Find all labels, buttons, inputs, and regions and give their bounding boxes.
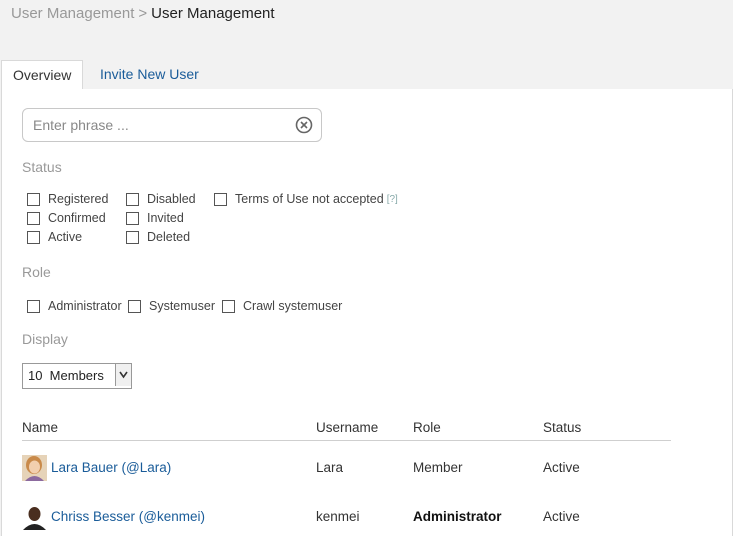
table-header: Name Username Role Status <box>22 418 671 441</box>
terms-help-link[interactable]: [?] <box>387 194 398 205</box>
breadcrumb-current: User Management <box>151 5 275 22</box>
user-name-link[interactable]: Lara Bauer (@Lara) <box>51 460 171 475</box>
display-section-label: Display <box>22 331 68 347</box>
status-section-label: Status <box>22 159 62 175</box>
role-systemuser-checkbox[interactable]: Systemuser <box>128 299 215 313</box>
clear-search-icon[interactable] <box>295 116 313 134</box>
column-header-username: Username <box>316 420 379 435</box>
status-invited-checkbox[interactable]: Invited <box>126 211 184 225</box>
checkbox-label: Administrator <box>48 299 122 313</box>
checkbox-label: Active <box>48 230 83 244</box>
tab-bar: Overview Invite New User <box>0 60 733 90</box>
status-terms-not-accepted-checkbox[interactable]: Terms of Use not accepted [?] <box>214 192 398 206</box>
checkbox-box[interactable] <box>126 230 139 244</box>
role-administrator-checkbox[interactable]: Administrator <box>27 299 122 313</box>
checkbox-label: Disabled <box>147 192 196 206</box>
checkbox-label: Systemuser <box>149 299 215 313</box>
checkbox-label: Registered <box>48 192 109 206</box>
tab-invite-new-user[interactable]: Invite New User <box>89 60 210 88</box>
checkbox-label: Deleted <box>147 230 191 244</box>
checkbox-label: Confirmed <box>48 211 106 225</box>
column-header-name: Name <box>22 420 59 435</box>
role-cell: Administrator <box>413 509 502 524</box>
checkbox-label: Crawl systemuser <box>243 299 343 313</box>
table-row: Chriss Besser (@kenmei) kenmei Administr… <box>22 504 671 532</box>
chevron-down-icon[interactable] <box>115 364 131 386</box>
members-per-page-select[interactable]: 10 Members <box>22 363 132 389</box>
checkbox-label: Invited <box>147 211 184 225</box>
status-active-checkbox[interactable]: Active <box>27 230 82 244</box>
status-registered-checkbox[interactable]: Registered <box>27 192 108 206</box>
checkbox-box[interactable] <box>126 211 139 225</box>
avatar[interactable] <box>22 455 47 481</box>
role-section-label: Role <box>22 264 51 280</box>
select-value: 10 Members <box>28 368 104 383</box>
column-header-role: Role <box>413 420 441 435</box>
avatar[interactable] <box>22 504 47 530</box>
breadcrumb-parent[interactable]: User Management <box>11 5 134 22</box>
checkbox-box[interactable] <box>222 299 235 313</box>
checkbox-label: Terms of Use not accepted <box>235 192 384 206</box>
breadcrumb-separator: > <box>138 5 148 22</box>
tab-overview[interactable]: Overview <box>1 60 84 90</box>
status-cell: Active <box>543 460 580 475</box>
username-cell: Lara <box>316 460 344 475</box>
checkbox-box[interactable] <box>27 299 40 313</box>
checkbox-box[interactable] <box>27 211 40 225</box>
status-cell: Active <box>543 509 580 524</box>
checkbox-box[interactable] <box>27 230 40 244</box>
breadcrumb: User Management > User Management <box>11 5 275 22</box>
checkbox-box[interactable] <box>128 299 141 313</box>
checkbox-box[interactable] <box>126 192 139 206</box>
status-deleted-checkbox[interactable]: Deleted <box>126 230 190 244</box>
table-row: Lara Bauer (@Lara) Lara Member Active <box>22 455 671 483</box>
role-crawl-systemuser-checkbox[interactable]: Crawl systemuser <box>222 299 342 313</box>
status-confirmed-checkbox[interactable]: Confirmed <box>27 211 106 225</box>
user-name-link[interactable]: Chriss Besser (@kenmei) <box>51 509 205 524</box>
search-input[interactable] <box>33 109 283 141</box>
search-box <box>22 108 322 142</box>
role-cell: Member <box>413 460 463 475</box>
checkbox-box[interactable] <box>214 192 227 206</box>
username-cell: kenmei <box>316 509 360 524</box>
status-disabled-checkbox[interactable]: Disabled <box>126 192 196 206</box>
checkbox-box[interactable] <box>27 192 40 206</box>
column-header-status: Status <box>543 420 582 435</box>
